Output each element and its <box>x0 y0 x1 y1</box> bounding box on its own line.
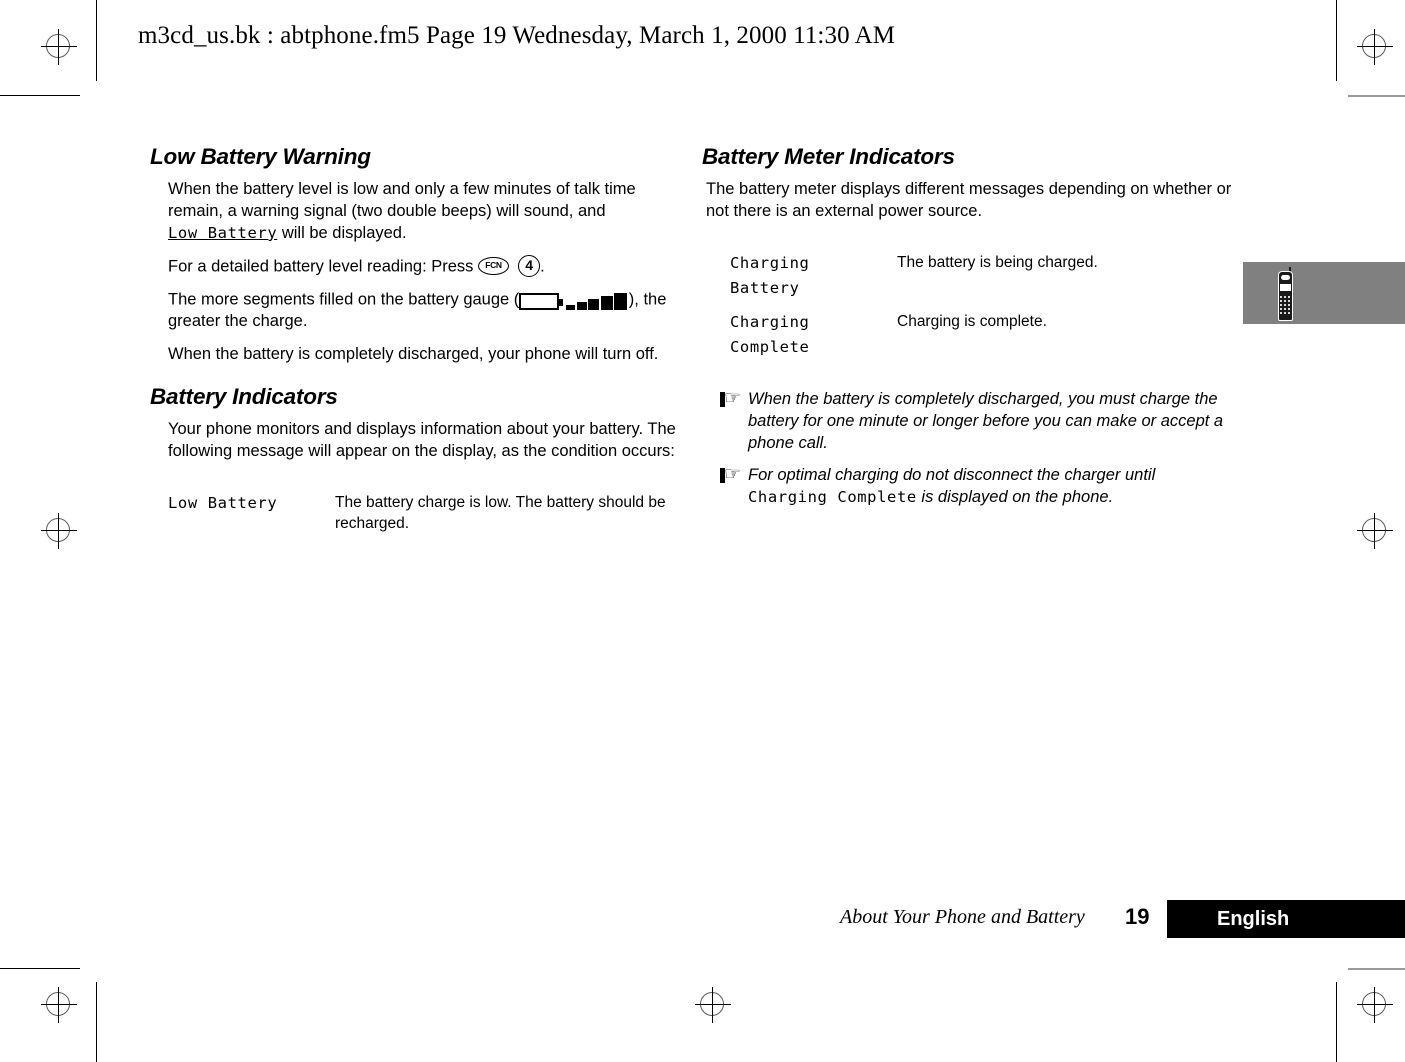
registration-mark-mid-left <box>41 513 77 549</box>
heading-low-battery-warning: Low Battery Warning <box>150 144 371 169</box>
phone-handset-icon <box>1276 267 1295 321</box>
meter-description: The battery is being charged. <box>897 253 1242 297</box>
lcd-text-charging-complete: Charging Complete <box>748 488 917 507</box>
crop-line-top-right-vertical <box>1336 0 1337 81</box>
paragraph-battery-gauge: The more segments filled on the battery … <box>168 289 685 333</box>
registration-mark-top-left <box>41 29 77 65</box>
battery-meter-body: The battery meter displays different mes… <box>702 179 1242 508</box>
meter-row: Charging Complete Charging is complete. <box>730 312 1242 356</box>
pointing-hand-icon: ☞ <box>720 465 741 484</box>
note-text-after: is displayed on the phone. <box>916 488 1114 507</box>
registration-mark-bottom-right <box>1357 987 1393 1023</box>
indicator-row: Low Battery The battery charge is low. T… <box>168 493 685 534</box>
paragraph-low-battery-warning: When the battery level is low and only a… <box>168 179 685 245</box>
lcd-text-charging: Charging <box>730 312 810 331</box>
paragraph-text-after: . <box>540 257 545 276</box>
low-battery-warning-body: When the battery level is low and only a… <box>150 179 685 366</box>
registration-mark-bottom-left <box>41 987 77 1023</box>
chapter-thumb-tab <box>1243 262 1405 324</box>
indicator-description-text: The battery charge is low. The battery s… <box>335 494 666 532</box>
lcd-text-low-battery: Low Battery <box>168 494 278 513</box>
paragraph-battery-indicators-intro: Your phone monitors and displays informa… <box>168 420 676 461</box>
note-text: When the battery is completely discharge… <box>748 389 1224 453</box>
paragraph-discharged-turn-off: When the battery is completely discharge… <box>168 345 659 364</box>
lcd-text-low-battery: Low Battery <box>168 223 278 242</box>
page-footer: About Your Phone and Battery 19 English <box>0 900 1405 940</box>
lcd-text-complete: Complete <box>730 337 810 356</box>
registration-mark-bottom-center <box>695 987 731 1023</box>
registration-mark-mid-right <box>1357 513 1393 549</box>
paragraph-battery-meter-intro: The battery meter displays different mes… <box>706 180 1232 220</box>
meter-description: Charging is complete. <box>897 312 1242 356</box>
note-item: ☞ When the battery is completely dischar… <box>706 388 1242 454</box>
heading-battery-indicators: Battery Indicators <box>150 384 338 410</box>
meter-indicator-table: Charging Battery The battery is being ch… <box>706 253 1242 356</box>
crop-line-bottom-right-vertical <box>1336 982 1337 1062</box>
notes-block: ☞ When the battery is completely dischar… <box>706 388 1242 509</box>
indicator-description: The battery charge is low. The battery s… <box>335 493 685 534</box>
footer-language-label: English <box>1217 908 1290 930</box>
note-text-before: For optimal charging do not disconnect t… <box>748 466 1156 485</box>
heading-battery-meter-indicators: Battery Meter Indicators <box>702 144 955 169</box>
registration-mark-top-right <box>1357 29 1393 65</box>
battery-gauge-icon <box>519 288 629 311</box>
right-column: Battery Meter Indicators The battery met… <box>702 144 1242 518</box>
note-item: ☞ For optimal charging do not disconnect… <box>706 464 1242 508</box>
meter-term: Charging Battery <box>730 253 897 297</box>
paragraph-text-before: For a detailed battery level reading: Pr… <box>168 257 478 276</box>
footer-chapter-title: About Your Phone and Battery <box>840 906 1085 928</box>
crop-line-bottom-left-horizontal <box>0 968 80 969</box>
crop-line-top-left-horizontal <box>0 95 80 96</box>
key-fcn-icon: FCN <box>478 256 509 275</box>
indicator-term: Low Battery <box>168 493 335 534</box>
meter-row: Charging Battery The battery is being ch… <box>730 253 1242 297</box>
meter-description-text: Charging is complete. <box>897 312 1047 330</box>
paragraph-detailed-reading: For a detailed battery level reading: Pr… <box>168 254 685 278</box>
meter-description-text: The battery is being charged. <box>897 253 1098 271</box>
crop-line-bottom-right-horizontal <box>1348 968 1405 970</box>
key-4-icon: 4 <box>518 254 541 277</box>
left-column: Low Battery Warning When the battery lev… <box>150 144 685 549</box>
crop-line-bottom-left-vertical <box>96 982 97 1062</box>
paragraph-text-after: will be displayed. <box>277 223 407 242</box>
pointing-hand-icon: ☞ <box>720 389 741 408</box>
paragraph-text-before: When the battery level is low and only a… <box>168 180 636 220</box>
meter-term: Charging Complete <box>730 312 897 356</box>
battery-indicators-body: Your phone monitors and displays informa… <box>150 419 685 534</box>
footer-page-number: 19 <box>1125 904 1150 929</box>
lcd-text-charging: Charging <box>730 253 810 272</box>
footer-language-bar: English <box>1167 900 1405 938</box>
paragraph-text-before: The more segments filled on the battery … <box>168 290 520 309</box>
crop-line-top-left-vertical <box>96 0 97 81</box>
lcd-text-battery: Battery <box>730 278 800 297</box>
crop-line-top-right-horizontal <box>1348 95 1405 97</box>
file-header-stamp: m3cd_us.bk : abtphone.fm5 Page 19 Wednes… <box>138 22 896 49</box>
